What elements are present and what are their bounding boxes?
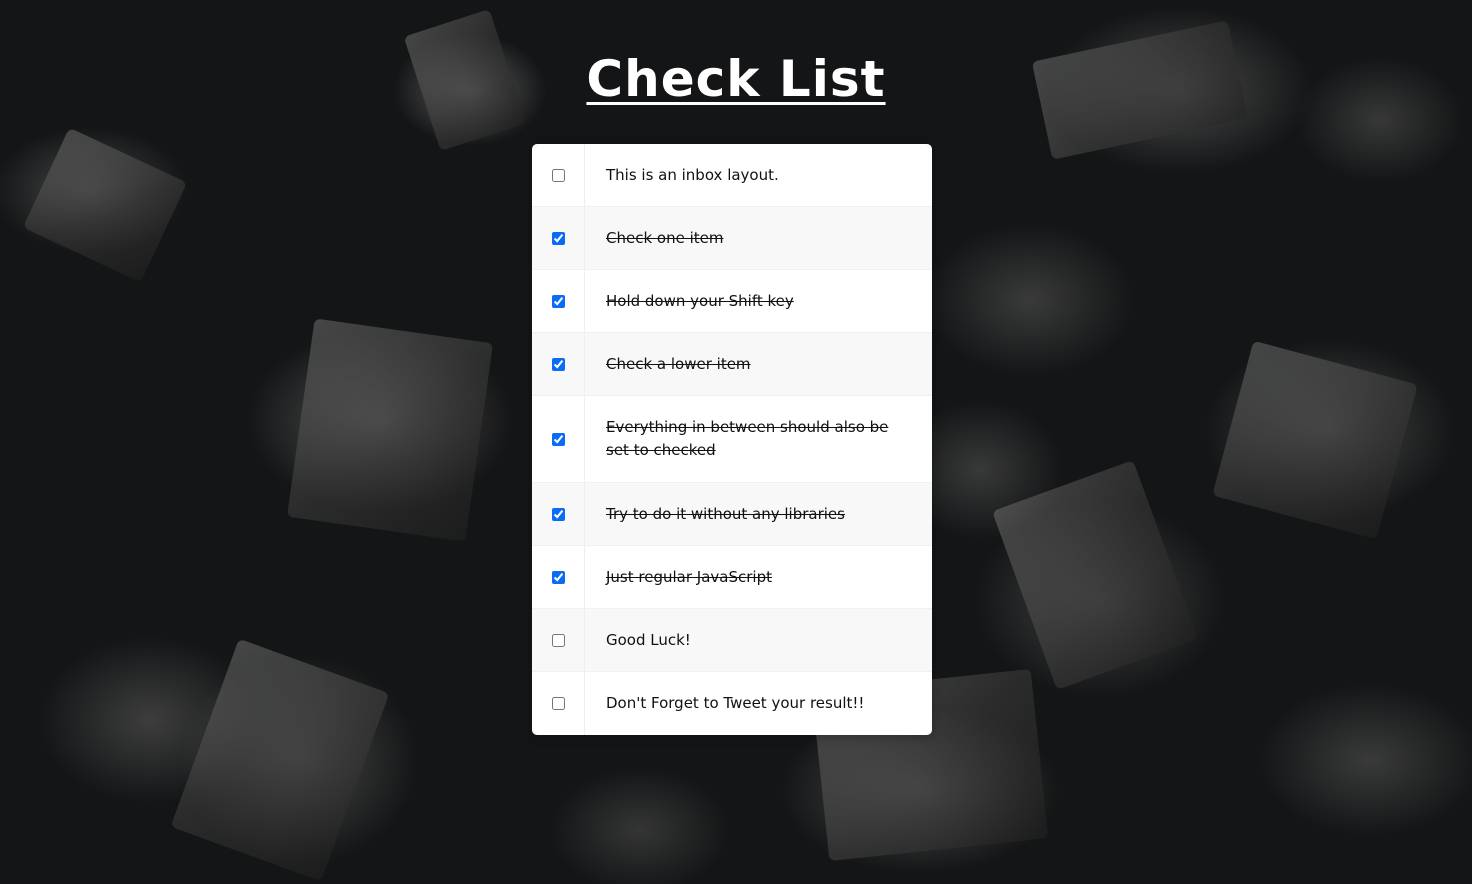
list-item[interactable]: Good Luck! <box>532 609 932 672</box>
list-item[interactable]: Just regular JavaScript <box>532 546 932 609</box>
item-checkbox[interactable] <box>551 168 565 182</box>
background-rock <box>286 318 494 542</box>
list-item[interactable]: Everything in between should also be set… <box>532 396 932 483</box>
inbox-list: This is an inbox layout. Check one item … <box>532 144 932 735</box>
background-rock <box>170 638 390 882</box>
list-item[interactable]: Hold down your Shift key <box>532 270 932 333</box>
list-item[interactable]: Don't Forget to Tweet your result!! <box>532 672 932 735</box>
checkbox-cell <box>532 207 585 269</box>
list-item[interactable]: Check one item <box>532 207 932 270</box>
item-label: This is an inbox layout. <box>606 165 779 184</box>
item-label: Everything in between should also be set… <box>606 418 889 459</box>
item-label: Try to do it without any libraries <box>606 504 845 523</box>
item-checkbox[interactable] <box>551 633 565 647</box>
checkbox-cell <box>532 333 585 395</box>
checkbox-cell <box>532 270 585 332</box>
list-item[interactable]: Check a lower item <box>532 333 932 396</box>
list-item[interactable]: Try to do it without any libraries <box>532 483 932 546</box>
list-item[interactable]: This is an inbox layout. <box>532 144 932 207</box>
item-label: Good Luck! <box>606 630 691 649</box>
item-checkbox[interactable] <box>551 432 565 446</box>
checkbox-cell <box>532 396 585 482</box>
item-label: Just regular JavaScript <box>606 567 772 586</box>
item-checkbox[interactable] <box>551 570 565 584</box>
page-title: Check List <box>586 50 886 108</box>
item-checkbox[interactable] <box>551 507 565 521</box>
item-checkbox[interactable] <box>551 357 565 371</box>
checkbox-cell <box>532 609 585 671</box>
item-label: Check a lower item <box>606 354 751 373</box>
checkbox-cell <box>532 546 585 608</box>
background-rock <box>992 460 1198 690</box>
background-rock <box>22 127 188 283</box>
background-rock <box>1212 340 1418 540</box>
item-checkbox[interactable] <box>551 294 565 308</box>
item-label: Don't Forget to Tweet your result!! <box>606 694 865 712</box>
item-checkbox[interactable] <box>551 697 565 710</box>
checkbox-cell <box>532 483 585 545</box>
item-label: Check one item <box>606 228 724 247</box>
item-label: Hold down your Shift key <box>606 291 794 310</box>
checkbox-cell <box>532 144 585 206</box>
item-checkbox[interactable] <box>551 231 565 245</box>
checkbox-cell <box>532 672 585 735</box>
